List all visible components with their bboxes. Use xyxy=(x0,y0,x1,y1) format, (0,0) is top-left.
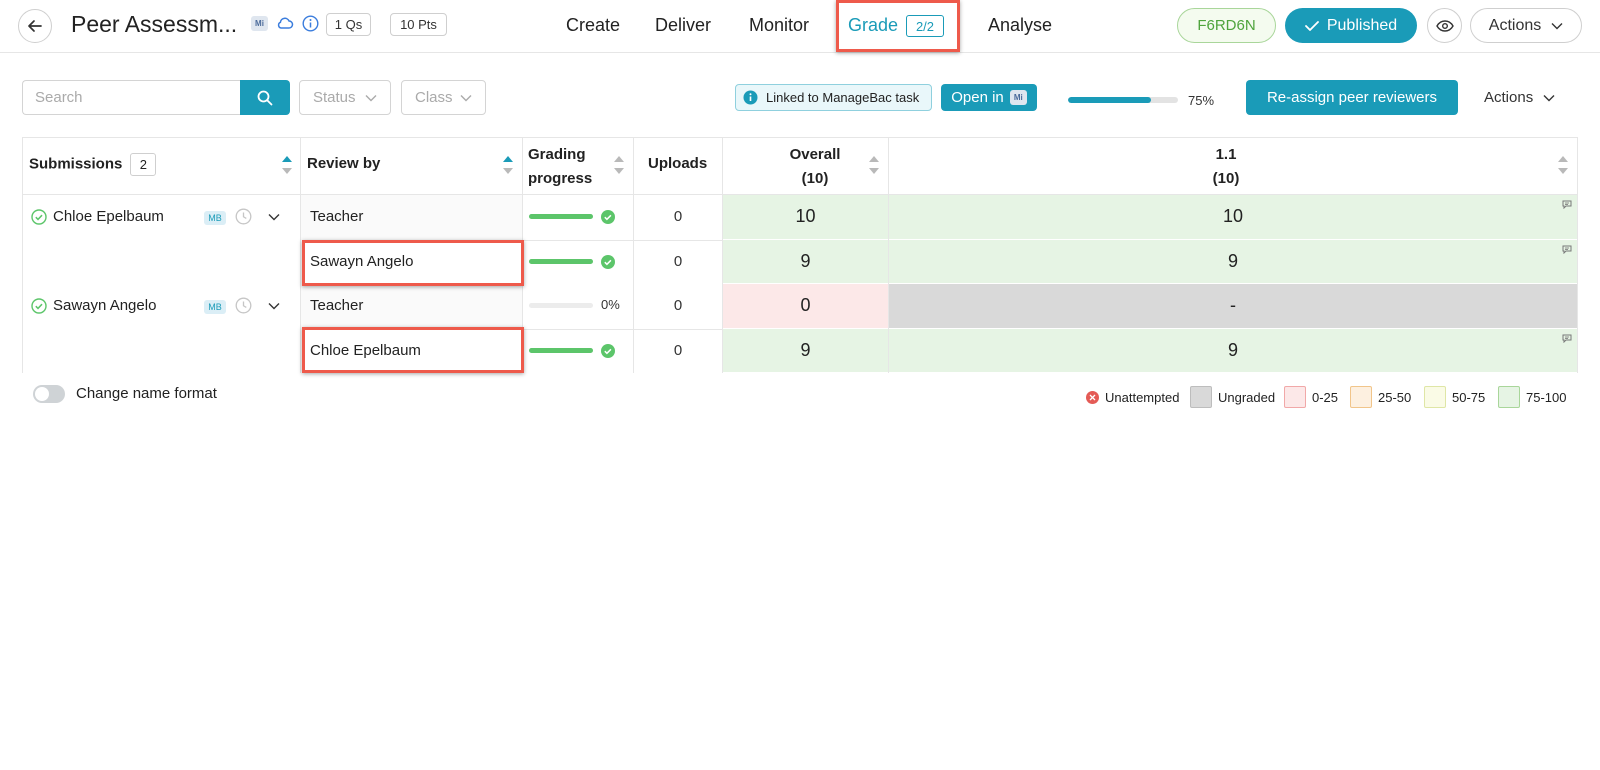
managebac-logo-icon: Mi xyxy=(251,16,268,31)
divider xyxy=(633,137,634,373)
legend-label: 50-75 xyxy=(1452,389,1486,405)
page-title: Peer Assessm... xyxy=(71,11,238,37)
header-actions-label: Actions xyxy=(1488,16,1542,34)
divider xyxy=(522,137,523,373)
points-badge: 10 Pts xyxy=(390,13,447,36)
legend-swatch xyxy=(1498,386,1520,408)
grade-count-badge: 2/2 xyxy=(906,15,944,37)
chevron-down-icon xyxy=(1543,94,1555,101)
divider xyxy=(22,194,1578,195)
x-circle-icon xyxy=(1086,390,1099,404)
linked-text: Linked to ManageBac task xyxy=(766,90,920,105)
managebac-logo-icon: Mi xyxy=(1009,90,1027,105)
class-filter-label: Class xyxy=(415,89,453,106)
divider xyxy=(888,137,889,373)
chevron-down-icon xyxy=(1551,22,1563,29)
search-input[interactable] xyxy=(22,80,240,115)
linked-managebac-badge: Linked to ManageBac task xyxy=(735,84,932,111)
legend-label: 25-50 xyxy=(1378,389,1412,405)
legend-swatch xyxy=(1284,386,1306,408)
search-icon xyxy=(257,90,273,105)
divider xyxy=(722,137,723,373)
join-code-badge[interactable]: F6RD6N xyxy=(1177,8,1276,43)
toolbar-actions-dropdown[interactable]: Actions xyxy=(1484,89,1555,106)
legend-label: 75-100 xyxy=(1526,389,1567,405)
toggle-knob xyxy=(35,387,49,401)
search-button[interactable] xyxy=(240,80,290,115)
legend-25-50: 25-50 xyxy=(1350,386,1412,408)
open-in-label: Open in xyxy=(951,89,1004,106)
tab-monitor[interactable]: Monitor xyxy=(749,15,809,36)
legend-label: Ungraded xyxy=(1218,389,1276,405)
legend-50-75: 50-75 xyxy=(1424,386,1486,408)
legend-label: 0-25 xyxy=(1312,389,1339,405)
name-format-toggle[interactable] xyxy=(33,385,65,403)
legend-75-100: 75-100 xyxy=(1498,386,1567,408)
legend-unattempted: Unattempted xyxy=(1086,387,1179,407)
published-button[interactable]: Published xyxy=(1285,8,1417,43)
reassign-peer-reviewers-button[interactable]: Re-assign peer reviewers xyxy=(1246,80,1458,115)
legend-swatch xyxy=(1350,386,1372,408)
overall-progress-bar xyxy=(1068,97,1178,103)
status-filter-label: Status xyxy=(313,89,356,106)
status-filter-dropdown[interactable]: Status xyxy=(299,80,391,115)
legend-0-25: 0-25 xyxy=(1284,386,1339,408)
top-bar: Peer Assessm... Mi 1 Qs 10 Pts Create De… xyxy=(0,0,1600,53)
divider xyxy=(300,137,301,373)
tab-analyse[interactable]: Analyse xyxy=(988,15,1052,36)
overall-progress-text: 75% xyxy=(1188,93,1215,108)
legend-swatch xyxy=(1424,386,1446,408)
info-icon[interactable] xyxy=(302,15,319,32)
legend-label: Unattempted xyxy=(1105,389,1180,405)
grading-table: Submissions 2 Review by Grading progress … xyxy=(22,137,1578,373)
open-in-managebac-button[interactable]: Open in Mi xyxy=(941,84,1037,111)
table-frame xyxy=(22,137,1578,373)
chevron-down-icon xyxy=(365,94,377,101)
header-actions-dropdown[interactable]: Actions xyxy=(1470,8,1582,43)
check-icon xyxy=(1304,20,1319,31)
overall-progress-fill xyxy=(1068,97,1151,103)
questions-count-badge: 1 Qs xyxy=(326,13,371,36)
info-icon xyxy=(743,90,758,105)
eye-icon xyxy=(1435,19,1454,32)
tab-grade[interactable]: Grade xyxy=(848,15,898,36)
tab-deliver[interactable]: Deliver xyxy=(655,15,711,36)
name-format-label: Change name format xyxy=(76,385,217,402)
preview-button[interactable] xyxy=(1427,8,1462,43)
arrow-left-icon xyxy=(28,20,42,32)
legend-ungraded: Ungraded xyxy=(1190,386,1276,408)
legend-swatch xyxy=(1190,386,1212,408)
published-label: Published xyxy=(1326,16,1398,34)
cloud-icon xyxy=(277,17,294,29)
class-filter-dropdown[interactable]: Class xyxy=(401,80,486,115)
tab-create[interactable]: Create xyxy=(566,15,620,36)
chevron-down-icon xyxy=(460,94,472,101)
toolbar-actions-label: Actions xyxy=(1484,89,1534,106)
back-button[interactable] xyxy=(18,9,52,43)
